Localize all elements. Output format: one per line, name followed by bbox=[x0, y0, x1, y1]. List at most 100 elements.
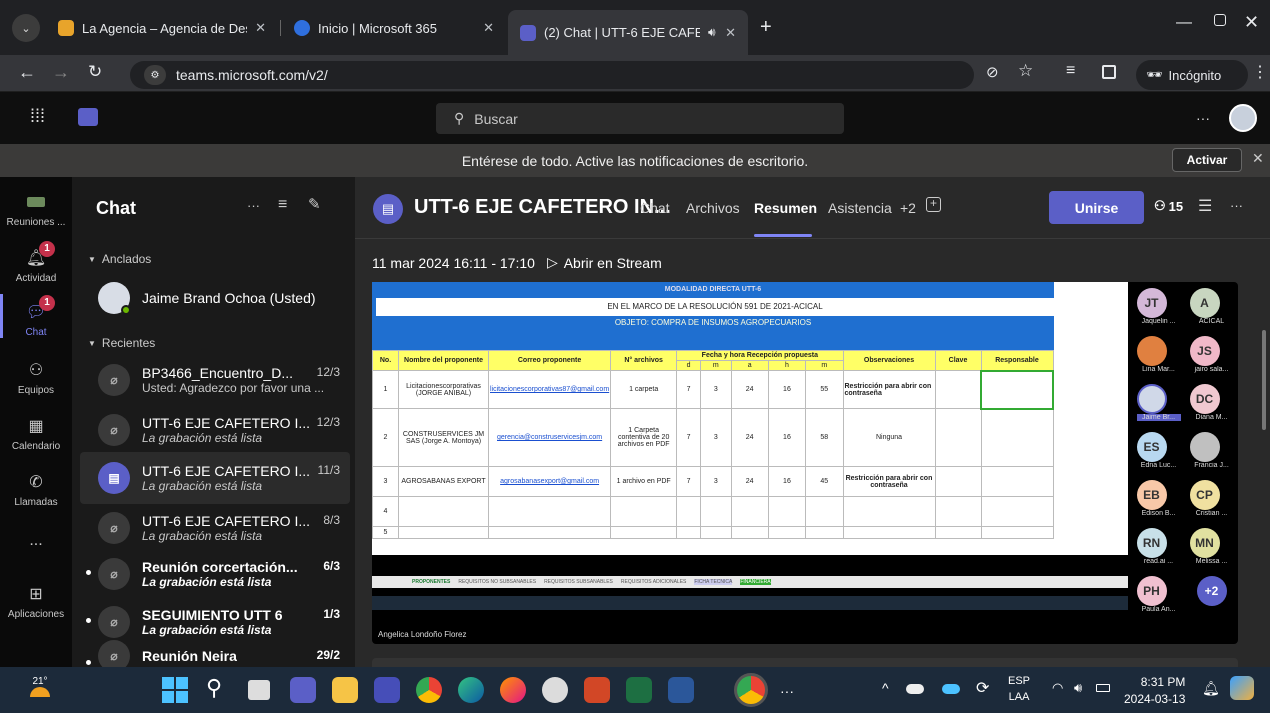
file-explorer-icon[interactable] bbox=[332, 677, 358, 703]
more-tabs-button[interactable]: +2 bbox=[900, 200, 916, 216]
browser-tab-2[interactable]: Inicio | Microsoft 365 ✕ bbox=[282, 10, 506, 46]
restore-button[interactable] bbox=[1214, 14, 1226, 26]
scrollbar[interactable] bbox=[1262, 330, 1266, 430]
whatsapp-icon[interactable] bbox=[542, 677, 568, 703]
close-banner-icon[interactable]: ✕ bbox=[1252, 150, 1264, 167]
tray-overflow-icon[interactable]: ^ bbox=[882, 680, 889, 696]
list-icon[interactable]: ☰ bbox=[1198, 196, 1212, 216]
add-tab-icon[interactable]: + bbox=[926, 197, 941, 212]
chat-item[interactable]: ⌀ BP3466_Encuentro_D... 12/3 Usted: Agrad… bbox=[80, 354, 350, 406]
more-icon[interactable]: ··· bbox=[780, 683, 794, 699]
rail-apps[interactable]: ⊞ Aplicaciones bbox=[0, 572, 72, 630]
language-indicator[interactable]: ESP LAA bbox=[1008, 673, 1030, 705]
browser-menu-icon[interactable]: ⋮ bbox=[1252, 62, 1268, 82]
site-info-icon[interactable]: ⚙ bbox=[144, 65, 166, 85]
participant-tile[interactable]: DC Diana M... bbox=[1189, 384, 1234, 429]
chat-item-selected[interactable]: ▤ UTT-6 EJE CAFETERO I... 11/3 La grabaci… bbox=[80, 452, 350, 504]
user-avatar[interactable] bbox=[1229, 104, 1257, 132]
side-panel-icon[interactable] bbox=[1102, 65, 1116, 79]
search-input[interactable]: ⚲ Buscar bbox=[436, 103, 844, 134]
rail-teams[interactable]: ⚇ Equipos bbox=[0, 348, 72, 406]
phone-link-icon[interactable]: ⟳ bbox=[976, 678, 989, 698]
participant-tile[interactable]: MN Melissa ... bbox=[1189, 528, 1234, 573]
chat-item[interactable]: ⌀ Reunión Neira 29/2 bbox=[80, 640, 350, 667]
participant-tile[interactable]: JT Jaquelin ... bbox=[1136, 288, 1181, 333]
chrome-icon[interactable] bbox=[416, 677, 442, 703]
forward-button[interactable]: → bbox=[52, 62, 70, 83]
tab-summary[interactable]: Resumen bbox=[754, 200, 817, 216]
close-tab-icon[interactable]: ✕ bbox=[725, 25, 736, 41]
browser-tab-1[interactable]: La Agencia – Agencia de Desarr ✕ bbox=[46, 10, 278, 46]
tab-search-button[interactable]: ⌄ bbox=[12, 14, 40, 42]
tab-attendance[interactable]: Asistencia bbox=[828, 200, 892, 216]
rail-meetings[interactable]: Reuniones ... bbox=[0, 180, 72, 238]
recent-section-header[interactable]: ▼ Recientes bbox=[88, 336, 155, 350]
reload-button[interactable]: ↻ bbox=[88, 62, 102, 82]
copilot-icon[interactable] bbox=[1230, 676, 1254, 700]
pinned-section-header[interactable]: ▼ Anclados bbox=[88, 252, 151, 266]
rail-calls[interactable]: ✆ Llamadas bbox=[0, 460, 72, 518]
onedrive-icon[interactable] bbox=[942, 684, 960, 694]
reading-list-icon[interactable]: ≡ bbox=[1066, 62, 1075, 80]
join-button[interactable]: Unirse bbox=[1049, 191, 1144, 224]
teams-taskbar-icon[interactable] bbox=[374, 677, 400, 703]
rail-calendar[interactable]: ▦ Calendario bbox=[0, 404, 72, 462]
new-chat-icon[interactable]: ✎ bbox=[308, 195, 321, 213]
firefox-icon[interactable] bbox=[500, 677, 526, 703]
wifi-icon[interactable]: ◠ bbox=[1052, 680, 1063, 696]
activate-button[interactable]: Activar bbox=[1172, 148, 1242, 172]
more-options-icon[interactable]: ··· bbox=[1196, 110, 1210, 126]
more-participants-avatar[interactable]: +2 bbox=[1196, 576, 1227, 606]
participant-tile[interactable]: JS jairo sala... bbox=[1189, 336, 1234, 381]
participant-tile[interactable]: PH Paula An... bbox=[1136, 576, 1181, 621]
minimize-button[interactable]: — bbox=[1176, 14, 1192, 32]
rail-chat[interactable]: 💬︎ 1 Chat bbox=[0, 290, 72, 348]
more-icon[interactable]: ··· bbox=[247, 198, 260, 213]
notifications-bell-icon[interactable]: 🔔︎ bbox=[1202, 680, 1220, 697]
audio-playing-icon[interactable]: 🔊︎ bbox=[708, 25, 716, 40]
participant-tile[interactable]: Lina Mar... bbox=[1136, 336, 1181, 381]
participant-tile[interactable]: +2 bbox=[1196, 576, 1227, 621]
filter-icon[interactable]: ≡ bbox=[278, 196, 287, 214]
volume-icon[interactable]: 🔊︎ bbox=[1074, 680, 1082, 696]
participant-tile[interactable]: CP Cristian ... bbox=[1189, 480, 1234, 525]
incognito-badge[interactable]: 🕶︎ Incógnito bbox=[1136, 60, 1248, 90]
chat-item[interactable]: ⌀ UTT-6 EJE CAFETERO I... 12/3 La grabaci… bbox=[80, 404, 350, 456]
cloud-icon[interactable] bbox=[906, 684, 924, 694]
search-icon[interactable]: ⚲ bbox=[206, 675, 222, 701]
excel-icon[interactable] bbox=[626, 677, 652, 703]
chrome-incognito-icon[interactable] bbox=[734, 673, 768, 707]
eye-off-icon[interactable]: ⊘ bbox=[986, 63, 999, 81]
more-icon[interactable]: ··· bbox=[1230, 198, 1243, 213]
battery-icon[interactable] bbox=[1096, 684, 1110, 692]
stream-link[interactable]: ▷ Abrir en Stream bbox=[547, 254, 662, 271]
tab-chat[interactable]: Chat bbox=[640, 200, 670, 216]
participant-tile[interactable]: Jaime Br... bbox=[1136, 384, 1181, 429]
close-tab-icon[interactable]: ✕ bbox=[255, 20, 266, 36]
chat-item[interactable]: ⌀ UTT-6 EJE CAFETERO I... 8/3 La grabació… bbox=[80, 502, 350, 554]
back-button[interactable]: ← bbox=[18, 62, 36, 83]
participant-tile[interactable]: RN read.ai ... bbox=[1136, 528, 1181, 573]
rail-more[interactable]: ... bbox=[0, 512, 72, 570]
url-bar[interactable]: ⚙ teams.microsoft.com/v2/ bbox=[130, 61, 974, 89]
chat-item[interactable]: ⌀ Reunión corcertación... 6/3 La grabació… bbox=[80, 548, 350, 600]
task-view-icon[interactable] bbox=[248, 680, 270, 700]
participant-tile[interactable]: Francia J... bbox=[1189, 432, 1234, 477]
tab-files[interactable]: Archivos bbox=[686, 200, 740, 216]
close-window-button[interactable]: ✕ bbox=[1244, 12, 1259, 33]
close-tab-icon[interactable]: ✕ bbox=[483, 20, 494, 36]
chat-item-pinned[interactable]: Jaime Brand Ochoa (Usted) bbox=[80, 272, 350, 324]
edge-icon[interactable] bbox=[458, 677, 484, 703]
weather-widget[interactable]: 21° bbox=[30, 676, 50, 697]
start-icon[interactable] bbox=[162, 677, 188, 703]
powerpoint-icon[interactable] bbox=[584, 677, 610, 703]
participants-button[interactable]: ⚇ 15 bbox=[1154, 198, 1183, 214]
participant-tile[interactable]: ES Edna Luc... bbox=[1136, 432, 1181, 477]
participant-tile[interactable]: EB Edison B... bbox=[1136, 480, 1181, 525]
word-icon[interactable] bbox=[668, 677, 694, 703]
clock[interactable]: 8:31 PM 2024-03-13 bbox=[1124, 674, 1185, 708]
participant-tile[interactable]: A ACICAL bbox=[1189, 288, 1234, 333]
browser-tab-3[interactable]: (2) Chat | UTT-6 EJE CAFETE 🔊︎ ✕ bbox=[508, 10, 748, 55]
bookmark-star-icon[interactable]: ☆ bbox=[1018, 61, 1033, 81]
rail-activity[interactable]: 🔔︎ 1 Actividad bbox=[0, 236, 72, 294]
